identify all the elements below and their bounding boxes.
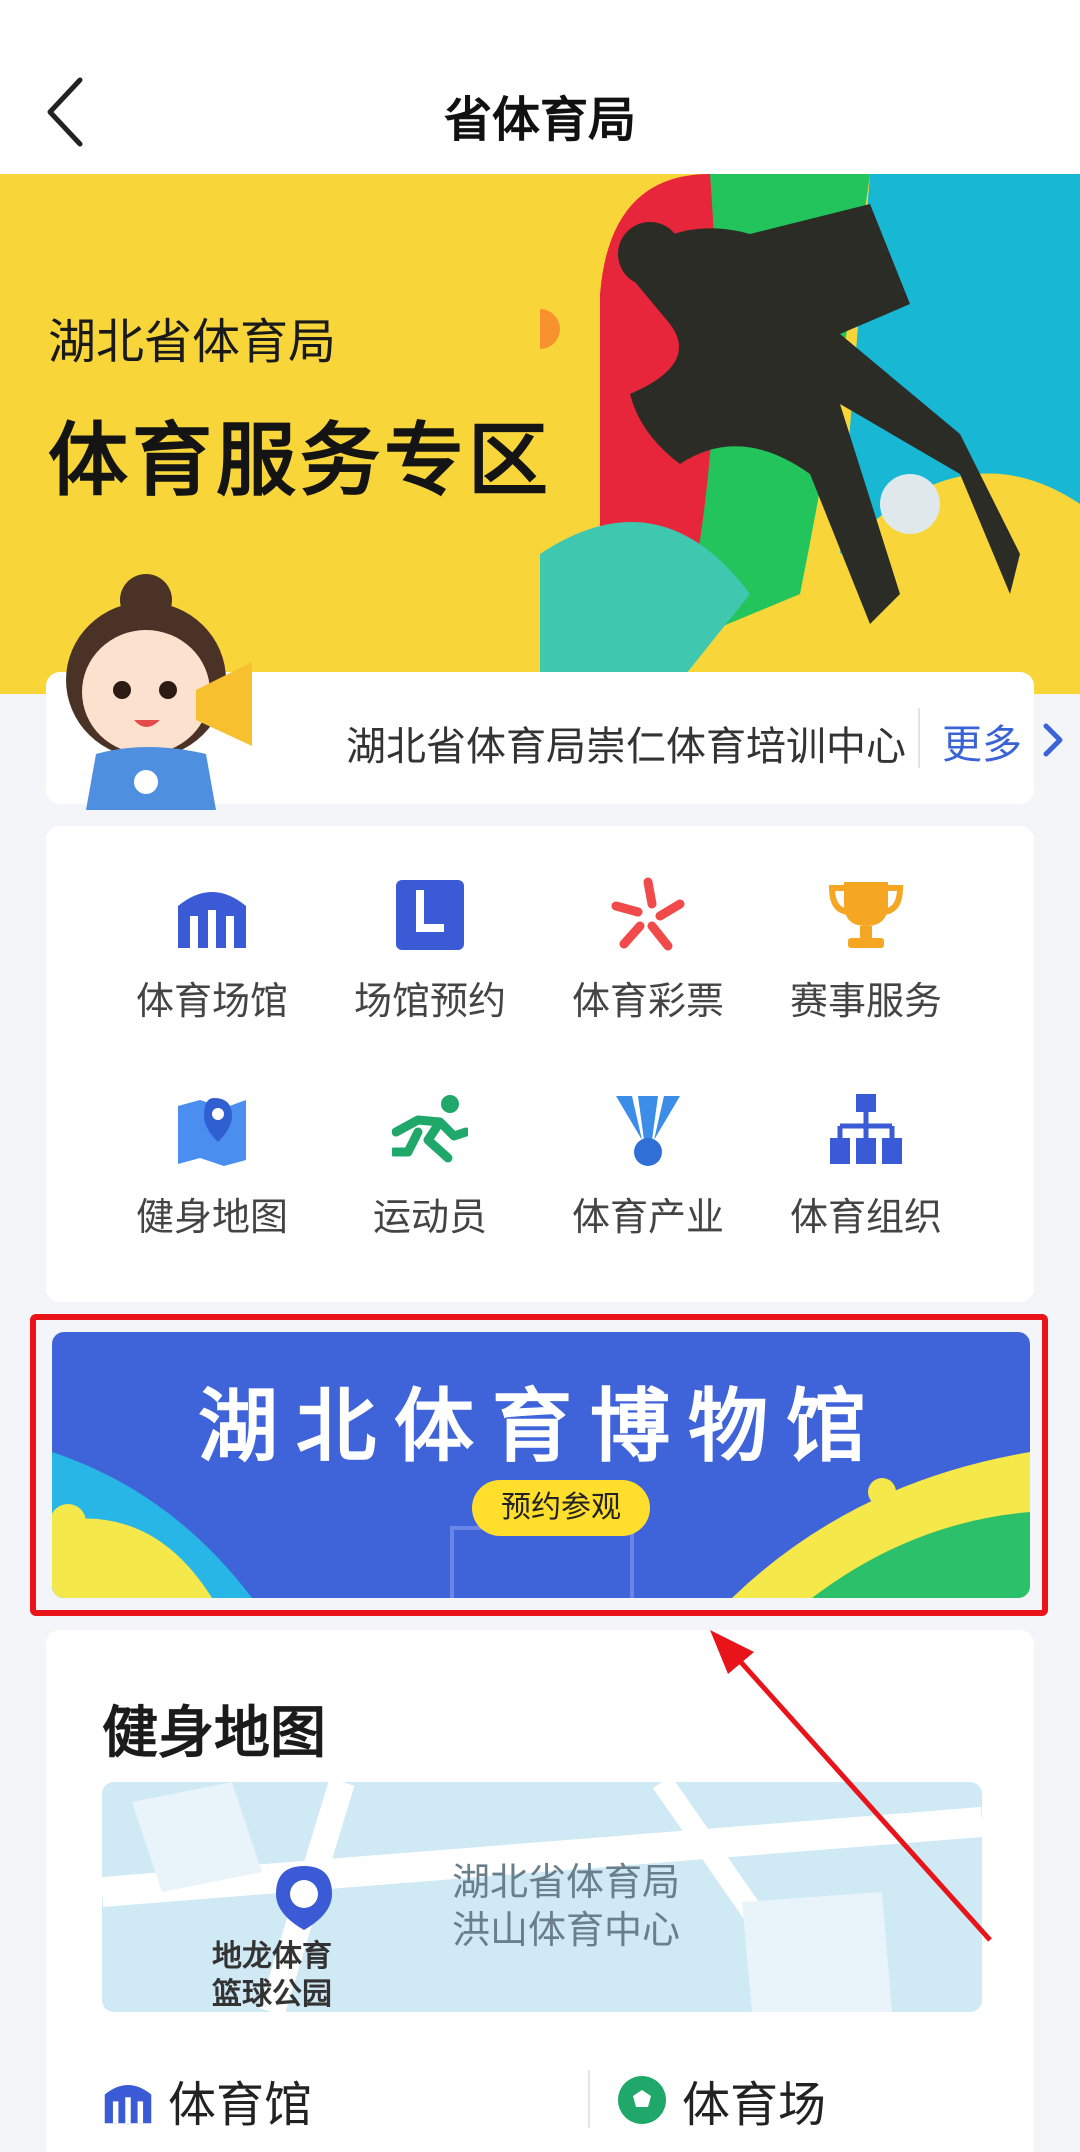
service-athletes[interactable]: 运动员 — [340, 1092, 520, 1272]
mascot-girl-illustration — [66, 574, 252, 810]
service-lottery[interactable]: 体育彩票 — [558, 876, 738, 1056]
map-area-label: 湖北省体育局 洪山体育中心 — [452, 1858, 680, 1954]
map-icon — [178, 1098, 246, 1166]
banner-title: 体育服务专区 — [48, 414, 552, 507]
app-header: 省体育局 — [0, 0, 1080, 174]
org-chart-icon — [830, 1094, 902, 1164]
soccer-ball-icon — [618, 2076, 666, 2124]
tab-label: 体育馆 — [168, 2077, 313, 2133]
page-title: 省体育局 — [443, 92, 636, 148]
divider — [588, 2070, 590, 2128]
booking-icon — [396, 880, 464, 950]
athlete-illustration — [540, 174, 1080, 694]
section-title: 健身地图 — [102, 1701, 326, 1766]
stadium-icon — [104, 2084, 152, 2124]
location-pin-icon[interactable] — [274, 1864, 334, 1932]
tab-gymnasium[interactable]: 体育馆 — [102, 2060, 312, 2140]
service-events[interactable]: 赛事服务 — [776, 876, 956, 1056]
venue-tabs: 体育馆 体育场 — [102, 2060, 982, 2140]
map-marker-label: 地龙体育 篮球公园 — [212, 1938, 332, 2012]
area-label-line: 湖北省体育局 — [452, 1860, 681, 1904]
service-industry[interactable]: 体育产业 — [558, 1092, 738, 1272]
service-label: 体育场馆 — [135, 979, 288, 1023]
museum-title: 湖北体育博物馆 — [198, 1380, 884, 1473]
highlight-frame: 湖北体育博物馆 预约参观 — [30, 1314, 1048, 1616]
service-fitness-map[interactable]: 健身地图 — [122, 1092, 302, 1272]
tab-label: 体育场 — [682, 2077, 827, 2133]
services-grid: 体育场馆 场馆预约 体育彩票 赛事服务 健身地图 运动员 体育产业 体育组织 — [46, 826, 1034, 1302]
tab-stadium[interactable]: 体育场 — [616, 2060, 826, 2140]
banner-subtitle: 湖北省体育局 — [48, 314, 337, 370]
service-organizations[interactable]: 体育组织 — [776, 1092, 956, 1272]
service-label: 体育组织 — [789, 1195, 942, 1239]
reserve-visit-button[interactable]: 预约参观 — [472, 1480, 650, 1536]
museum-banner[interactable]: 湖北体育博物馆 预约参观 — [52, 1332, 1030, 1598]
service-label: 体育产业 — [571, 1195, 724, 1239]
service-label: 赛事服务 — [789, 979, 942, 1023]
marker-label-line: 篮球公园 — [212, 1977, 332, 2012]
runner-icon — [392, 1095, 468, 1163]
service-stadium[interactable]: 体育场馆 — [122, 876, 302, 1056]
notice-text[interactable]: 湖北省体育局崇仁体育培训中心 — [346, 714, 906, 772]
lottery-icon — [611, 877, 685, 951]
stadium-icon — [178, 892, 246, 948]
area-label-line: 洪山体育中心 — [452, 1908, 681, 1952]
marker-label-line: 地龙体育 — [212, 1939, 332, 1974]
service-label: 体育彩票 — [571, 979, 724, 1023]
annotation-arrow-icon — [710, 1630, 992, 1942]
service-label: 健身地图 — [135, 1195, 288, 1239]
trophy-icon — [828, 882, 904, 948]
chevron-right-icon[interactable] — [1040, 720, 1066, 760]
service-label: 运动员 — [372, 1195, 487, 1239]
divider — [918, 708, 920, 768]
service-label: 场馆预约 — [353, 979, 506, 1023]
more-link[interactable]: 更多 — [942, 712, 1022, 770]
shuttlecock-icon — [616, 1096, 680, 1166]
service-booking[interactable]: 场馆预约 — [340, 876, 520, 1056]
